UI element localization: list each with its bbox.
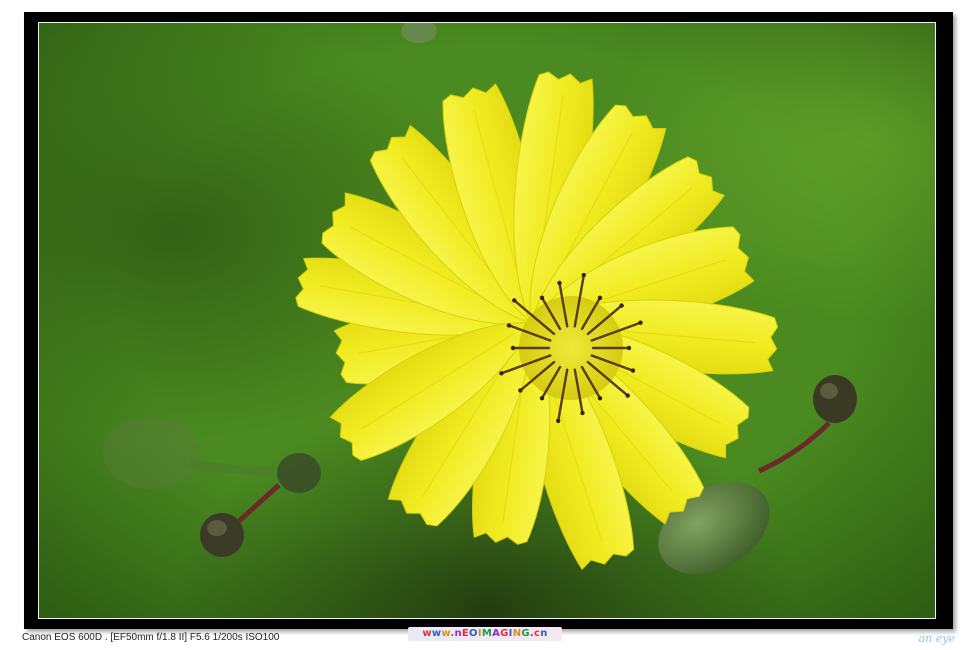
stamen-tip [506,323,512,328]
stamen-tip [597,295,603,300]
watermark-letter: n [454,628,462,639]
watermark-letter: E [461,628,469,639]
watermark-letter: G [521,628,530,639]
stamen-tip [597,396,603,401]
camera-info-caption: Canon EOS 600D . [EF50mm f/1.8 II] F5.6 … [22,632,280,643]
watermark-letter: O [469,628,478,639]
stamen-tip [512,298,517,303]
stamen-tip [556,418,561,424]
watermark-letter: w [441,628,451,639]
stamen-tip [625,393,630,398]
stamen-tip [626,345,632,351]
watermark-letter: w [422,628,432,639]
photographer-signature: an eye [918,632,955,645]
watermark-letter: G [500,628,509,639]
watermark-letter: w [431,628,442,639]
photo-page: Canon EOS 600D . [EF50mm f/1.8 II] F5.6 … [0,0,975,650]
stamen-tip [539,396,545,401]
flower-illustration [39,23,935,618]
stamen-tip [510,345,516,351]
site-watermark: www.nEOIMAGING.cn [408,627,562,641]
stamen-tip [539,295,545,300]
flower-photo [38,22,936,619]
stamen-tip [518,388,523,393]
stamen-tip [630,368,636,373]
stamen-tip [619,303,624,308]
stamen-tip [557,280,562,286]
stamen-tip [638,320,643,325]
watermark-letter: M [481,628,493,639]
watermark-letter: n [540,628,548,639]
stamen-tip [580,410,585,416]
stamen-tip [581,272,586,278]
watermark-letter: A [492,628,501,639]
stamen-tip [499,371,504,376]
